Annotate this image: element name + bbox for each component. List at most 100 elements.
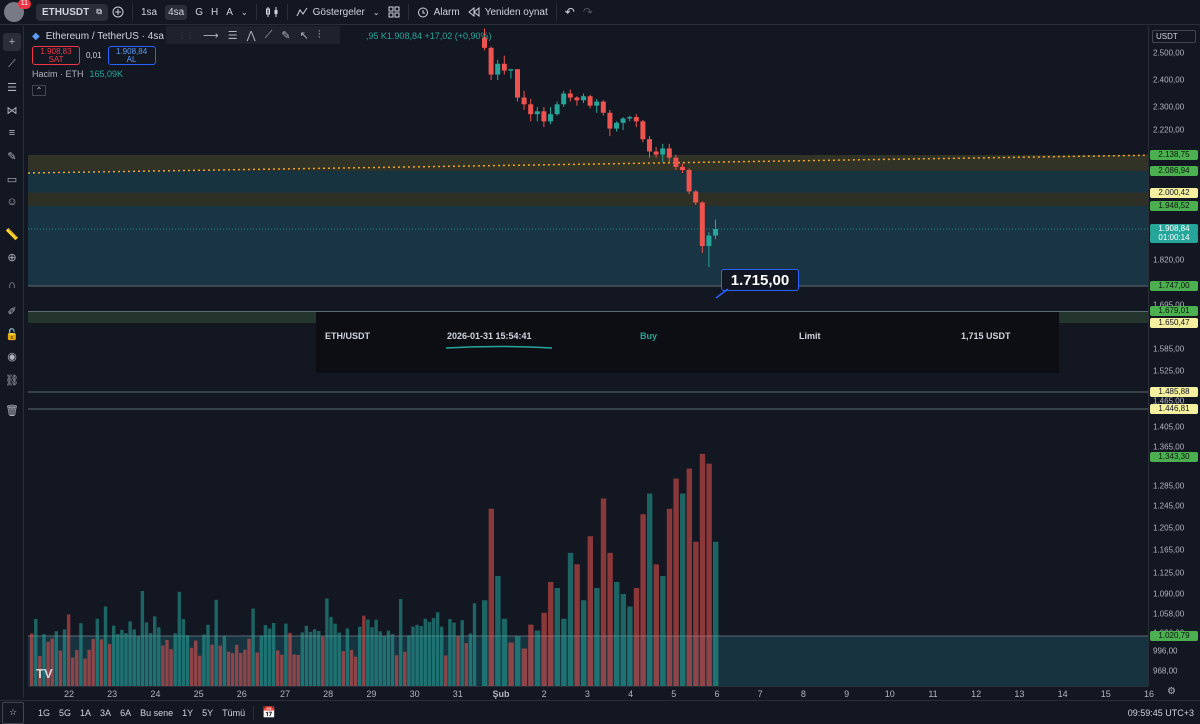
volume-bar xyxy=(292,654,296,686)
volume-bar xyxy=(600,498,607,686)
keep-drawing-tool[interactable]: ✐ xyxy=(3,302,21,320)
chart-type-button[interactable] xyxy=(261,0,283,25)
ethereum-icon: ◆ xyxy=(32,30,40,42)
volume-bar xyxy=(165,639,169,686)
replay-button[interactable]: Yeniden oynat xyxy=(464,0,552,25)
volume-bar xyxy=(620,594,626,686)
tradingview-logo: TV xyxy=(36,666,53,681)
watchlist-button[interactable]: ☆ xyxy=(2,701,24,724)
measure-tool[interactable]: 📏 xyxy=(3,225,21,243)
price-badge: 1.650,47 xyxy=(1150,318,1198,328)
timeframe-1sa[interactable]: 1sa xyxy=(137,0,161,25)
redo-button[interactable]: ↷ xyxy=(579,0,597,25)
indicators-dropdown[interactable]: ⌄ xyxy=(369,0,384,25)
volume-bar xyxy=(435,612,440,686)
range-5g[interactable]: 5G xyxy=(59,708,71,718)
volume-bar xyxy=(415,624,419,686)
volume-bar xyxy=(515,636,521,686)
emoji-tool[interactable]: ☺ xyxy=(3,193,21,211)
link-tool[interactable]: ⛓ xyxy=(3,371,21,389)
spread-value: 0,01 xyxy=(86,51,102,60)
alarm-button[interactable]: Alarm xyxy=(413,0,464,25)
volume-bar xyxy=(239,653,243,686)
range-all[interactable]: Tümü xyxy=(222,708,245,718)
timeframe-4sa[interactable]: 4sa xyxy=(161,0,191,25)
price-zone xyxy=(28,205,1148,286)
symbol-search[interactable]: ETHUSDT ⧉ xyxy=(36,3,108,21)
volume-bar xyxy=(144,622,149,686)
time-tick-label: 11 xyxy=(928,689,938,699)
fib-tool[interactable]: ≡ xyxy=(3,124,21,142)
text-tool[interactable]: ▭ xyxy=(3,170,21,188)
volume-bar xyxy=(189,647,194,686)
remove-tool[interactable]: 🗑 xyxy=(3,401,21,419)
time-tick-label: 26 xyxy=(236,689,247,699)
legend-title[interactable]: Ethereum / TetherUS · 4sa xyxy=(46,31,164,42)
notification-badge: 11 xyxy=(17,0,31,9)
user-avatar[interactable]: 11 xyxy=(4,0,31,22)
volume-bar xyxy=(202,634,206,686)
collapse-legend-button[interactable]: ⌃ xyxy=(32,84,46,96)
hide-tool[interactable]: ◉ xyxy=(3,347,21,365)
buy-button[interactable]: 1.908,84 AL xyxy=(107,46,156,65)
calendar-icon[interactable]: 📅 xyxy=(262,706,276,719)
lock-icon: 🔓 xyxy=(5,328,19,341)
range-1g[interactable]: 1G xyxy=(38,708,50,718)
horizontal-lines-tool[interactable]: ☰ xyxy=(3,78,21,96)
candle-body xyxy=(554,104,560,115)
undo-button[interactable]: ↶ xyxy=(561,0,579,25)
volume-bar xyxy=(541,612,547,686)
range-ytd[interactable]: Bu sene xyxy=(140,708,173,718)
volume-bar xyxy=(594,588,600,686)
volume-bar xyxy=(161,645,165,686)
volume-bar xyxy=(468,633,473,686)
zoom-in-icon: ⊕ xyxy=(7,251,17,264)
layouts-button[interactable] xyxy=(384,0,404,25)
timeframe-dropdown[interactable]: ⌄ xyxy=(237,0,252,25)
magnet-tool[interactable]: ∩ xyxy=(3,276,21,294)
volume-bar xyxy=(296,654,300,686)
sell-button[interactable]: 1.908,83 SAT xyxy=(32,46,80,65)
volume-bar xyxy=(394,655,399,686)
crosshair-tool[interactable]: + xyxy=(3,33,21,51)
volume-bar xyxy=(120,629,124,686)
zoom-tool[interactable]: ⊕ xyxy=(3,248,21,266)
indicators-button[interactable]: Göstergeler xyxy=(292,0,369,25)
clock[interactable]: 09:59:45 UTC+3 xyxy=(1128,708,1194,718)
volume-bar xyxy=(633,588,640,686)
volume-bar xyxy=(647,493,653,686)
brush-tool[interactable]: ✎ xyxy=(3,147,21,165)
volume-bar xyxy=(419,626,423,686)
candle-body xyxy=(633,117,639,122)
price-callout[interactable]: 1.715,00 xyxy=(721,269,799,291)
volume-bar xyxy=(107,643,112,686)
price-tick-label: 1.125,00 xyxy=(1153,568,1185,578)
time-tick-label: 29 xyxy=(366,689,377,699)
ruler-icon: 📏 xyxy=(5,228,19,241)
range-3a[interactable]: 3A xyxy=(100,708,111,718)
volume-bar xyxy=(528,624,534,686)
axis-settings-button[interactable]: ⚙ xyxy=(1167,686,1176,697)
timeframe-h[interactable]: H xyxy=(207,0,222,25)
currency-select[interactable]: USDT xyxy=(1152,30,1196,43)
lock-tool[interactable]: 🔓 xyxy=(3,325,21,343)
volume-bar xyxy=(153,616,157,686)
candle-body xyxy=(686,169,692,192)
timeframe-a[interactable]: A xyxy=(222,0,237,25)
candle-body xyxy=(581,96,586,101)
range-1y[interactable]: 1Y xyxy=(182,708,193,718)
candle-body xyxy=(673,157,679,167)
trend-line-tool[interactable]: ⟋ xyxy=(3,55,21,73)
volume-bar xyxy=(452,622,456,686)
price-axis[interactable]: USDT 2.500,00 2.400,00 2.300,00 2.220,00 2.0… xyxy=(1148,26,1200,686)
range-6a[interactable]: 6A xyxy=(120,708,131,718)
time-axis[interactable]: 22 23 24 25 26 27 28 29 30 31 Şub 2 3 4 5 6 7 8 9 10 11 12 13 1… xyxy=(28,686,1154,700)
range-5y[interactable]: 5Y xyxy=(202,708,213,718)
range-1a[interactable]: 1A xyxy=(80,708,91,718)
pattern-tool[interactable]: ⋈ xyxy=(3,101,21,119)
volume-bar xyxy=(554,588,560,686)
timeframe-g[interactable]: G xyxy=(191,0,207,25)
add-symbol-button[interactable] xyxy=(108,0,128,25)
price-tick-label: 1.165,00 xyxy=(1153,545,1185,555)
volume-bar xyxy=(614,582,620,686)
